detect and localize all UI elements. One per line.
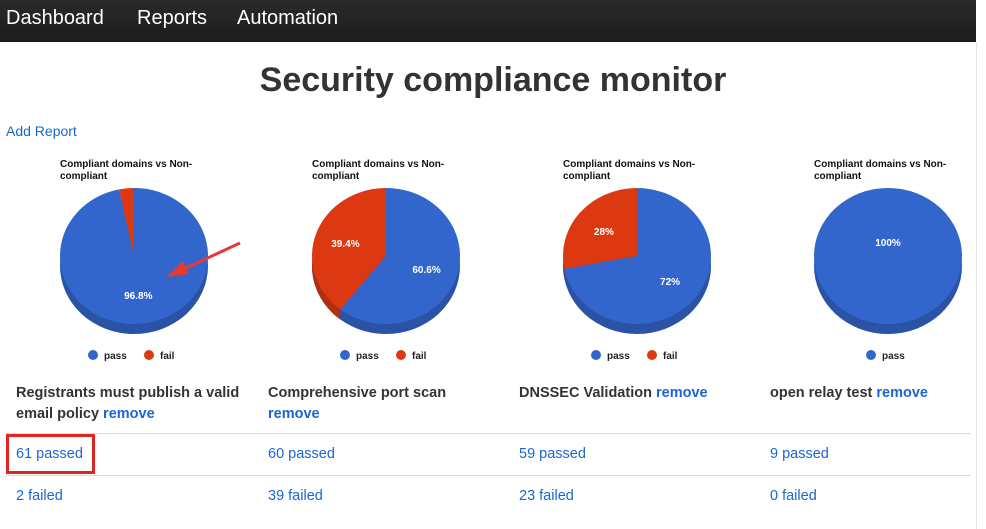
legend-pass-label: pass — [104, 351, 127, 362]
chart-4: Compliant domains vs Non-compliant 100% … — [766, 159, 986, 374]
pass-dot — [88, 350, 98, 360]
failed-link-1[interactable]: 2 failed — [16, 488, 63, 504]
pie-slice-pass — [814, 188, 962, 324]
pie-slice-label: 72% — [660, 277, 680, 288]
pie-chart: 72% 28% — [563, 188, 711, 334]
nav-dashboard[interactable]: Dashboard — [6, 7, 104, 30]
page-title: Security compliance monitor — [259, 61, 727, 99]
legend-pass: pass — [88, 350, 127, 362]
legend-pass-label: pass — [607, 351, 630, 362]
failed-link-2[interactable]: 39 failed — [268, 488, 323, 504]
legend-pass: pass — [340, 350, 379, 362]
pie-slice-label: 100% — [875, 238, 901, 249]
chart-2: Compliant domains vs Non-compliant 60.6%… — [264, 159, 504, 374]
row-divider — [6, 475, 971, 476]
pass-dot — [340, 350, 350, 360]
chart-1: Compliant domains vs Non-compliant 96.8%… — [12, 159, 252, 374]
top-navbar: Dashboard Reports Automation — [0, 0, 976, 42]
pie-chart: 60.6% 39.4% — [311, 188, 460, 334]
remove-link[interactable]: remove — [268, 406, 320, 422]
report-title-2: Comprehensive port scan remove — [268, 383, 508, 425]
fail-dot — [647, 350, 657, 360]
report-title-text: open relay test — [770, 385, 873, 401]
report-title-1: Registrants must publish a valid email p… — [16, 383, 256, 425]
nav-automation[interactable]: Automation — [237, 7, 338, 30]
report-title-3: DNSSEC Validation remove — [519, 383, 759, 404]
pie-slice-label: 28% — [594, 227, 614, 238]
report-title-4: open relay test remove — [770, 383, 986, 404]
failed-link-3[interactable]: 23 failed — [519, 488, 574, 504]
fail-dot — [144, 350, 154, 360]
legend-pass-label: pass — [882, 351, 905, 362]
legend-pass: pass — [591, 350, 630, 362]
row-divider — [6, 433, 971, 434]
pie-slice-label: 39.4% — [331, 239, 359, 250]
remove-link[interactable]: remove — [656, 385, 708, 401]
pass-dot — [591, 350, 601, 360]
failed-link-4[interactable]: 0 failed — [770, 488, 817, 504]
legend-fail: fail — [396, 350, 426, 362]
pie-chart: 100% — [814, 188, 962, 334]
pie-chart: 96.8% — [59, 188, 241, 334]
legend-fail-label: fail — [663, 351, 678, 362]
passed-link-3[interactable]: 59 passed — [519, 446, 586, 462]
highlight-box — [6, 434, 95, 474]
pie-slice-label: 60.6% — [412, 265, 440, 276]
passed-link-2[interactable]: 60 passed — [268, 446, 335, 462]
fail-dot — [396, 350, 406, 360]
add-report-link[interactable]: Add Report — [6, 123, 77, 139]
nav-reports[interactable]: Reports — [137, 7, 207, 30]
pass-dot — [866, 350, 876, 360]
passed-link-4[interactable]: 9 passed — [770, 446, 829, 462]
remove-link[interactable]: remove — [103, 406, 155, 422]
report-title-text: DNSSEC Validation — [519, 385, 652, 401]
pie-slice-label: 96.8% — [124, 291, 152, 302]
legend-pass-label: pass — [356, 351, 379, 362]
legend-fail: fail — [144, 350, 174, 362]
legend-pass: pass — [866, 350, 905, 362]
remove-link[interactable]: remove — [876, 385, 928, 401]
report-title-text: Comprehensive port scan — [268, 385, 447, 401]
legend-fail: fail — [647, 350, 677, 362]
legend-fail-label: fail — [160, 351, 175, 362]
legend-fail-label: fail — [412, 351, 427, 362]
chart-3: Compliant domains vs Non-compliant 72% 28… — [515, 159, 755, 374]
